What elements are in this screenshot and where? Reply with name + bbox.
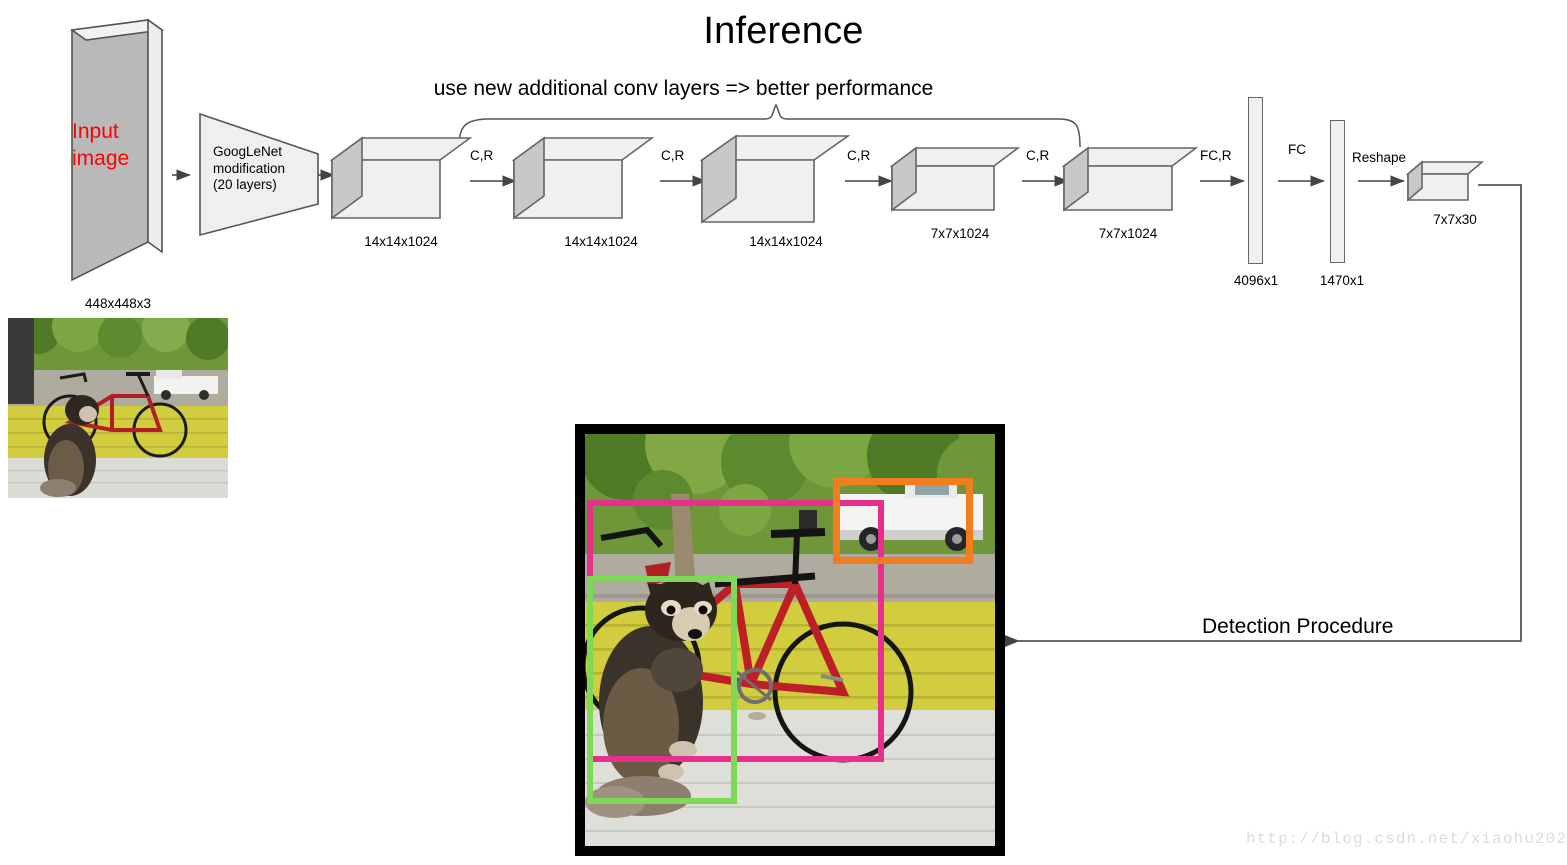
op-fc-relu: FC,R (1200, 148, 1232, 163)
detection-scene-photo (585, 434, 995, 846)
op-conv-relu-2: C,R (661, 148, 685, 163)
op-conv-relu-4: C,R (1026, 148, 1050, 163)
caption-conv-block-4: 7x7x1024 (930, 226, 990, 241)
conv-block-2 (512, 136, 654, 220)
detection-result-frame (575, 424, 1005, 856)
page-title: Inference (703, 10, 864, 52)
conv-block-4 (890, 146, 1020, 212)
caption-output-tensor: 7x7x30 (1433, 212, 1477, 227)
caption-conv-block-1: 14x14x1024 (364, 234, 438, 249)
input-image-label-line2: image (72, 147, 130, 170)
op-conv-relu-1: C,R (470, 148, 494, 163)
caption-conv-block-3: 14x14x1024 (749, 234, 823, 249)
input-image-label: Input image (72, 118, 152, 172)
backbone-label-line1: GoogLeNet (213, 144, 283, 159)
conv-block-1 (330, 136, 472, 220)
bbox-dog (587, 576, 737, 804)
caption-conv-block-5: 7x7x1024 (1098, 226, 1158, 241)
backbone-label-line2: modification (213, 160, 286, 176)
bbox-truck (833, 478, 973, 564)
conv-block-5 (1062, 146, 1198, 212)
op-conv-relu-3: C,R (847, 148, 871, 163)
caption-input-size: 448x448x3 (84, 296, 152, 311)
input-scene-thumbnail (8, 318, 228, 498)
watermark-text: http://blog.csdn.net/xiaohu2022 (1246, 830, 1567, 848)
op-reshape: Reshape (1352, 150, 1407, 165)
fc-4096-bar (1248, 97, 1263, 264)
conv-block-3 (700, 134, 851, 224)
backbone-label: GoogLeNet modification (20 layers) (213, 144, 317, 194)
caption-conv-block-2: 14x14x1024 (564, 234, 638, 249)
input-scene-drawing (8, 318, 228, 498)
routing-output-to-detection (1001, 184, 1522, 649)
detection-procedure-label: Detection Procedure (1202, 615, 1394, 638)
subtitle-note: use new additional conv layers => better… (0, 77, 1567, 101)
op-fc: FC (1288, 142, 1306, 157)
caption-fc-1470: 1470x1 (1319, 273, 1365, 288)
backbone-label-line3: (20 layers) (213, 177, 277, 192)
fc-1470-bar (1330, 120, 1345, 263)
output-tensor-block (1406, 160, 1485, 202)
subtitle-text: use new additional conv layers => better… (433, 77, 934, 100)
input-image-label-line1: Input (72, 120, 119, 143)
